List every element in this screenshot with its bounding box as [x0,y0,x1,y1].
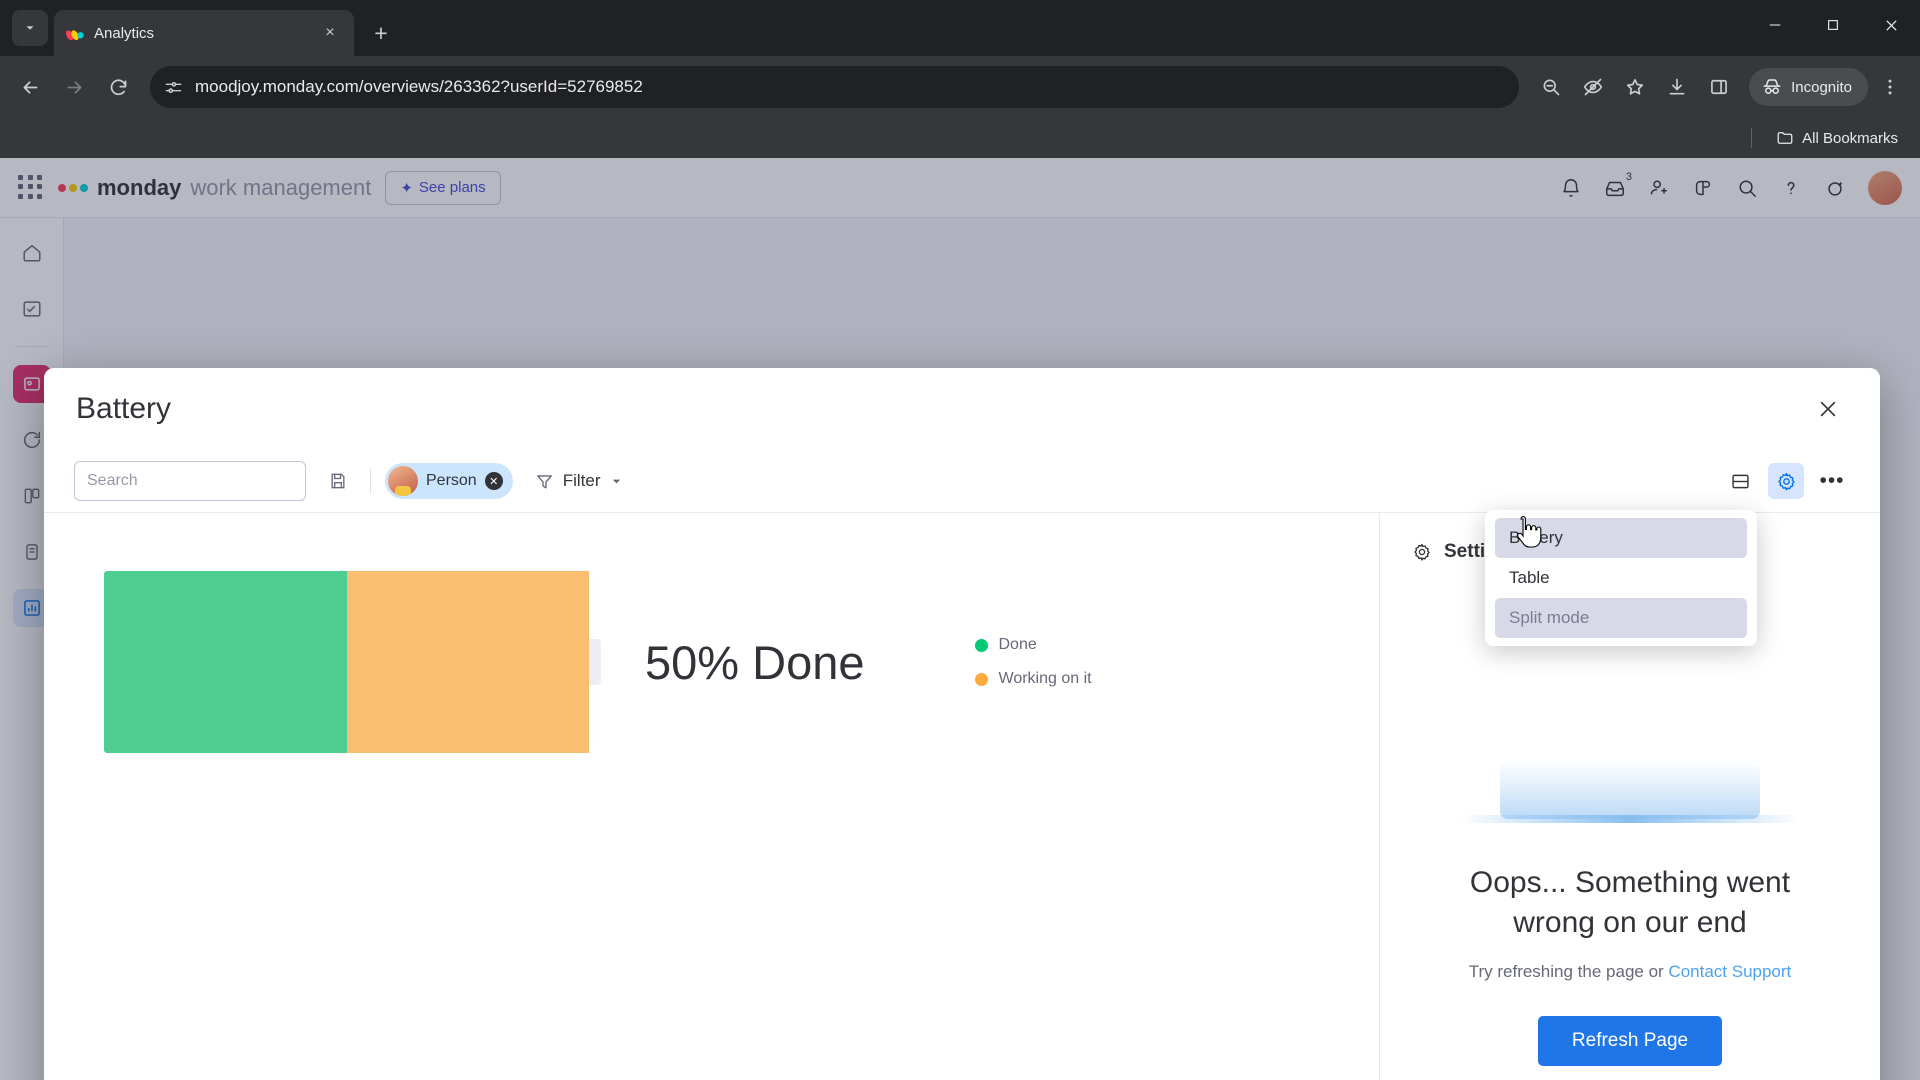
bookmark-star-icon[interactable] [1615,67,1655,107]
battery-bar [104,571,601,753]
battery-segment-working[interactable] [346,571,589,753]
toolbar-divider [370,468,371,494]
refresh-page-button[interactable]: Refresh Page [1537,1016,1723,1067]
contact-support-link[interactable]: Contact Support [1668,962,1791,981]
remove-person-filter-icon[interactable]: ✕ [484,472,503,490]
chevron-down-icon [613,479,621,483]
browser-window: Analytics × + moodjoy.monday.com/overvie… [0,0,1920,1080]
view-mode-dropdown: Battery Table Split mode [1485,510,1757,646]
arrow-right-icon [67,80,81,94]
incognito-icon [1763,79,1781,94]
forward-button[interactable] [54,67,94,107]
tab-title: Analytics [94,24,155,42]
side-panel-icon[interactable] [1699,67,1739,107]
error-subtitle: Try refreshing the page or Contact Suppo… [1469,962,1792,982]
filter-icon [536,474,552,489]
filter-label: Filter [562,471,601,490]
save-view-icon [331,473,345,489]
avatar [388,466,418,496]
close-window-button[interactable] [1862,0,1920,50]
toolbar-right-actions: Incognito [1531,67,1910,107]
browser-tab[interactable]: Analytics × [54,10,354,56]
legend-color-dot [974,672,988,686]
battery-percentage-label: 50% Done [645,635,865,689]
gear-icon [1777,472,1795,491]
split-view-button[interactable] [1722,463,1758,499]
all-bookmarks-label: All Bookmarks [1802,129,1898,147]
battery-chart: 50% Done Done Working on it [44,513,1379,753]
person-chip-label: Person [426,472,477,489]
address-bar[interactable]: moodjoy.monday.com/overviews/263362?user… [150,66,1520,108]
battery-cap [589,639,601,685]
site-settings-icon[interactable] [164,78,183,97]
error-sub-text: Try refreshing the page or [1468,962,1669,982]
gear-icon [1414,543,1430,561]
filter-button[interactable]: Filter [527,463,633,499]
page-title: Battery [76,392,172,425]
tab-search-button[interactable] [12,10,48,46]
monday-favicon-icon [66,24,84,42]
save-view-button[interactable] [320,463,356,499]
legend-label: Done [998,636,1037,653]
maximize-button[interactable] [1804,0,1862,50]
person-filter-chip[interactable]: Person ✕ [385,463,513,499]
modal-toolbar-right: ••• [1722,463,1850,499]
chevron-down-icon [26,26,34,30]
all-bookmarks-button[interactable]: All Bookmarks [1768,125,1906,151]
tab-close-icon[interactable]: × [318,21,342,45]
battery-left-pane: 50% Done Done Working on it [44,513,1380,1080]
modal-header: Battery [44,368,1880,450]
bookmarks-bar: All Bookmarks [0,118,1920,158]
close-icon[interactable] [1808,389,1848,429]
error-illustration [1460,743,1800,833]
bookmarks-divider [1751,128,1753,148]
error-title: Oops... Something went wrong on our end [1469,866,1791,939]
folder-icon [1777,132,1793,144]
reload-button[interactable] [98,67,138,107]
search-input-wrapper[interactable] [74,461,306,501]
minimize-button[interactable] [1746,0,1804,50]
dropdown-item-battery[interactable]: Battery [1495,518,1747,558]
split-view-icon [1731,474,1749,488]
tab-strip: Analytics × + [0,0,1920,56]
modal-toolbar: Person ✕ Filter ••• [44,450,1880,512]
illustration-glow [1500,761,1760,819]
legend-item[interactable]: Done [974,636,1092,654]
browser-toolbar: moodjoy.monday.com/overviews/263362?user… [0,56,1920,118]
back-button[interactable] [10,67,50,107]
dropdown-item-table[interactable]: Table [1495,558,1747,598]
zoom-out-icon[interactable] [1531,67,1571,107]
url-text: moodjoy.monday.com/overviews/263362?user… [195,77,643,96]
dropdown-item-split-mode[interactable]: Split mode [1495,598,1747,638]
download-icon[interactable] [1657,67,1697,107]
hide-password-icon[interactable] [1573,67,1613,107]
incognito-profile-button[interactable]: Incognito [1749,68,1868,106]
battery-widget-modal: Battery Person ✕ [44,368,1880,1080]
battery-segment-done[interactable] [104,571,347,753]
chart-legend: Done Working on it [974,636,1092,688]
legend-item[interactable]: Working on it [974,670,1092,688]
reload-icon [110,78,126,95]
browser-menu-button[interactable] [1870,67,1910,107]
more-options-button[interactable]: ••• [1814,463,1850,499]
legend-label: Working on it [998,670,1092,687]
illustration-bar [1460,815,1800,823]
incognito-label: Incognito [1791,78,1852,96]
window-controls [1746,0,1920,50]
settings-button[interactable] [1768,463,1804,499]
new-tab-button[interactable]: + [364,16,398,50]
web-page: monday work management ✦ See plans 3 Bat… [0,158,1920,1080]
arrow-left-icon [23,80,37,94]
legend-color-dot [974,638,988,652]
search-input[interactable] [87,472,294,490]
